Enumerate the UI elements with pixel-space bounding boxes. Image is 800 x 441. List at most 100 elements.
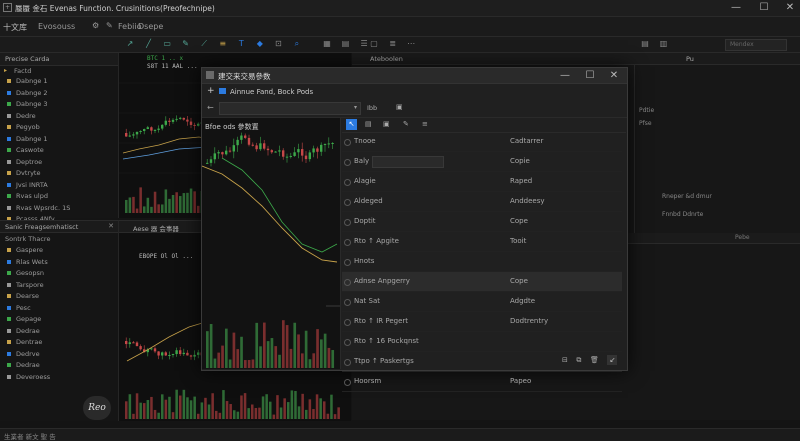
property-row[interactable]: Aldeged Anddeesy <box>342 192 622 212</box>
row-radio-icon[interactable] <box>344 219 351 226</box>
list-item[interactable]: Dentrae <box>7 337 118 349</box>
magnet-icon[interactable]: ⊡ <box>273 39 283 49</box>
row-radio-icon[interactable] <box>344 379 351 386</box>
footer-settings-icon[interactable]: ⊟ <box>562 356 568 364</box>
property-row[interactable]: Hnots <box>342 252 622 272</box>
more-icon[interactable]: ⋯ <box>406 39 416 49</box>
dialog-minimize-button[interactable]: — <box>557 70 573 81</box>
panel-close-icon[interactable]: ✕ <box>108 222 114 230</box>
property-row[interactable]: Alagie Raped <box>342 172 622 192</box>
row-radio-icon[interactable] <box>344 139 351 146</box>
form-tab-2-icon[interactable]: ▤ <box>365 120 372 128</box>
list-item[interactable]: Dedrae <box>7 360 118 372</box>
pen-tool-icon[interactable]: ✎ <box>181 39 191 49</box>
property-row[interactable]: Hoorsm Papeo <box>342 372 622 392</box>
form-tab-1-icon[interactable]: ↖ <box>346 119 357 130</box>
row-input-field[interactable] <box>372 156 444 168</box>
dialog-chart[interactable]: Bfoe ods 參数置 <box>202 118 341 369</box>
zoom-icon[interactable]: ⌕ <box>292 39 302 49</box>
rect-tool-icon[interactable]: ▭ <box>162 39 172 49</box>
list-item[interactable]: Rlas Wets <box>7 257 118 269</box>
dialog-combo[interactable]: ▾ <box>219 102 361 115</box>
list-item[interactable]: Gepage <box>7 314 118 326</box>
property-row[interactable]: Adnse Anpgerry Cope <box>342 272 622 292</box>
list-item[interactable]: Dearse <box>7 291 118 303</box>
chart-icon[interactable]: ▥ <box>659 39 669 49</box>
measure-tool-icon[interactable]: ◆ <box>255 39 265 49</box>
list-item[interactable]: Dabnge 3 <box>7 99 118 111</box>
row-radio-icon[interactable] <box>344 159 351 166</box>
row-radio-icon[interactable] <box>344 279 351 286</box>
form-tab-3-icon[interactable]: ▣ <box>383 120 390 128</box>
list-item[interactable]: Pegyob <box>7 122 118 134</box>
grid-icon[interactable]: ▦ <box>322 39 332 49</box>
layout-icon[interactable]: ▤ <box>341 39 351 49</box>
footer-collapse-icon[interactable]: ↙ <box>607 355 618 365</box>
row-radio-icon[interactable] <box>344 179 351 186</box>
property-row[interactable]: Nat Sat Adgdte <box>342 292 622 312</box>
property-value[interactable]: Copie <box>510 152 530 171</box>
right-search-input[interactable]: Mendex <box>725 39 787 51</box>
row-radio-icon[interactable] <box>344 299 351 306</box>
list-item[interactable]: Dedrae <box>7 326 118 338</box>
row-radio-icon[interactable] <box>344 259 351 266</box>
row-radio-icon[interactable] <box>344 199 351 206</box>
list-item[interactable]: Dedre <box>7 111 118 123</box>
ray-tool-icon[interactable]: ⟋ <box>199 39 209 49</box>
row-radio-icon[interactable] <box>344 239 351 246</box>
list-item[interactable]: Caswote <box>7 145 118 157</box>
list-item[interactable]: Gesopsn <box>7 268 118 280</box>
form-tab-4-icon[interactable]: ✎ <box>403 120 409 128</box>
list-item[interactable]: Dedrve <box>7 349 118 361</box>
dialog-maximize-button[interactable]: ☐ <box>582 70 598 81</box>
property-value[interactable]: Papeo <box>510 372 531 391</box>
minimize-button[interactable]: — <box>728 2 744 13</box>
folder-icon[interactable]: ▸ <box>4 67 7 74</box>
row-radio-icon[interactable] <box>344 359 351 366</box>
list-item[interactable]: Rvas ulpd <box>7 191 118 203</box>
maximize-button[interactable]: ☐ <box>756 2 772 13</box>
arrow-tool-icon[interactable]: ↗ <box>125 39 135 49</box>
list-item[interactable]: Dvtryte <box>7 168 118 180</box>
panel-icon[interactable]: ▢ <box>369 39 379 49</box>
row-radio-icon[interactable] <box>344 319 351 326</box>
settings-icon[interactable]: ⚙ <box>92 21 99 30</box>
list-item[interactable]: Dabnge 1 <box>7 76 118 88</box>
property-row[interactable]: Baly ↓ TergdCopie <box>342 152 622 172</box>
list-item[interactable]: Rvas Wpsrdc. 1S <box>7 203 118 215</box>
property-value[interactable]: Tooit <box>510 232 526 251</box>
property-row[interactable]: Rto ↑ IR Pegert Dodtrentry <box>342 312 622 332</box>
footer-copy-icon[interactable]: ⧉ <box>576 356 581 364</box>
list-item[interactable]: Deveroess <box>7 372 118 384</box>
property-row[interactable]: Rto ↑ 16 Pockqnst <box>342 332 622 352</box>
list-item[interactable]: Tarspore <box>7 280 118 292</box>
dialog-save-icon[interactable]: ▣ <box>396 103 403 111</box>
list-item[interactable]: Dabnge 1 <box>7 134 118 146</box>
list-item[interactable]: Deptroe <box>7 157 118 169</box>
menu-label-1[interactable]: 十文库 <box>3 22 27 33</box>
dialog-back-icon[interactable]: ← <box>207 103 214 112</box>
property-value[interactable]: Anddeesy <box>510 192 545 211</box>
row-radio-icon[interactable] <box>344 339 351 346</box>
property-value[interactable]: Adgdte <box>510 292 535 311</box>
wrench-icon[interactable]: ✎ <box>106 21 113 30</box>
form-tab-5-icon[interactable]: ≡ <box>422 120 428 128</box>
property-value[interactable]: Raped <box>510 172 532 191</box>
list-item[interactable]: Pesc <box>7 303 118 315</box>
tab-icon[interactable]: ▤ <box>640 39 650 49</box>
list-item[interactable]: Jvsi INRTA <box>7 180 118 192</box>
line-tool-icon[interactable]: ╱ <box>144 39 154 49</box>
text-tool-icon[interactable]: T <box>236 39 246 49</box>
layers-icon[interactable]: ☰ <box>359 39 369 49</box>
footer-delete-icon[interactable]: 🗑 <box>590 356 599 364</box>
property-row[interactable]: Tnooe Cadtarrer <box>342 132 622 152</box>
close-button[interactable]: ✕ <box>782 2 798 13</box>
dialog-add-icon[interactable]: + <box>207 86 215 96</box>
property-value[interactable]: Dodtrentry <box>510 312 548 331</box>
list-item[interactable]: Dabnge 2 <box>7 88 118 100</box>
window-list-icon[interactable]: ≣ <box>388 39 398 49</box>
property-value[interactable]: Cope <box>510 212 528 231</box>
property-row[interactable]: Rto ↑ Apgite Tooit <box>342 232 622 252</box>
right-panel-tab[interactable]: Ateboolen <box>370 55 403 63</box>
property-value[interactable]: Cope <box>510 272 528 291</box>
